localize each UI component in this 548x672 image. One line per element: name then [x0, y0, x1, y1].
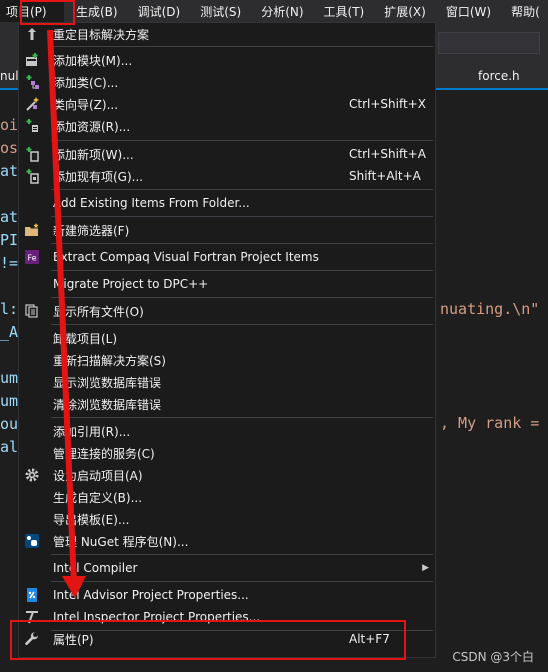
annotation-highlight-properties — [10, 620, 406, 660]
watermark: CSDN @3个白 — [452, 650, 534, 664]
annotation-arrow — [47, 29, 86, 598]
annotation-highlight-project-menu — [20, 0, 75, 25]
